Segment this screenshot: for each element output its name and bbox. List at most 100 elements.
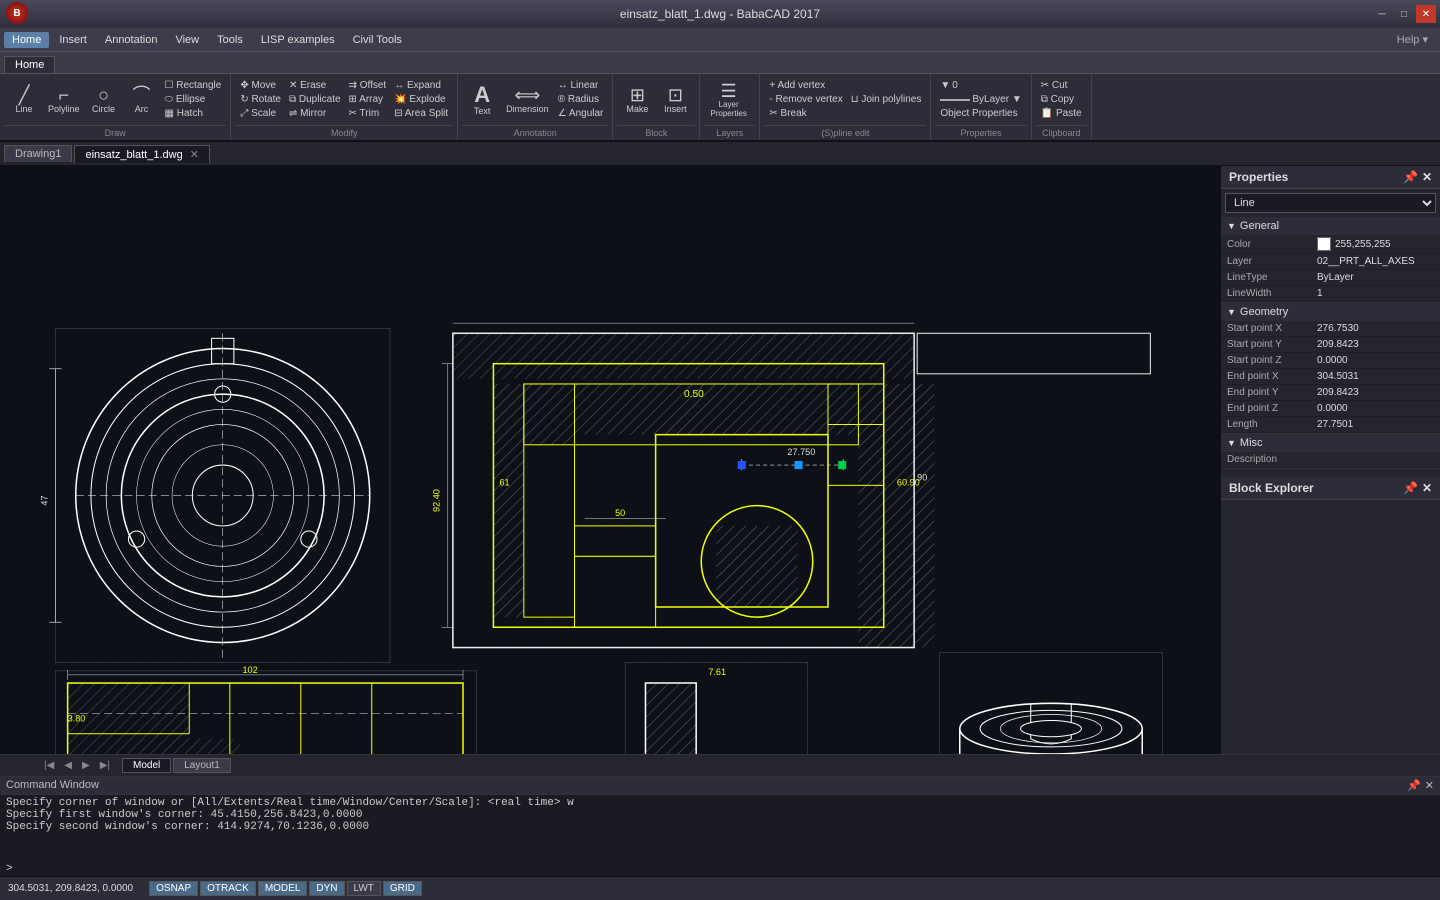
angular-button[interactable]: ∠ Angular xyxy=(555,107,607,120)
layout-nav-arrows: |◀ ◀ ▶ ▶| xyxy=(40,759,114,772)
menu-bar: Home Insert Annotation View Tools LISP e… xyxy=(0,28,1440,52)
properties-close-icon[interactable]: ✕ xyxy=(1422,170,1432,184)
doc-tab-drawing1[interactable]: Drawing1 xyxy=(4,145,72,162)
menu-annotation[interactable]: Annotation xyxy=(97,32,166,48)
hatch-button[interactable]: ▦ Hatch xyxy=(162,107,225,120)
rectangle-button[interactable]: ☐ Rectangle xyxy=(162,79,225,92)
insert-button[interactable]: ⊡ Insert xyxy=(657,84,693,116)
duplicate-button[interactable]: ⧉ Duplicate xyxy=(286,93,344,106)
remove-vertex-button[interactable]: - Remove vertex xyxy=(766,93,845,106)
polyline-button[interactable]: ⌐ Polyline xyxy=(44,84,84,116)
layers-label: Layers xyxy=(704,125,755,138)
command-input-line: > xyxy=(0,862,1440,876)
cad-canvas-area[interactable]: 47 xyxy=(0,166,1220,754)
minimize-button[interactable]: ─ xyxy=(1372,5,1392,23)
general-section: ▼ General Color 255,255,255 Layer 02__PR… xyxy=(1221,217,1440,303)
properties-ribbon-label: Properties xyxy=(935,125,1026,138)
model-button[interactable]: MODEL xyxy=(258,881,308,896)
layout1-tab[interactable]: Layout1 xyxy=(173,758,231,773)
dyn-button[interactable]: DYN xyxy=(309,881,344,896)
text-button[interactable]: A Text xyxy=(464,82,500,118)
coordinates-display: 304.5031, 209.8423, 0.0000 xyxy=(8,883,133,894)
start-z-value: 0.0000 xyxy=(1317,355,1434,366)
menu-home[interactable]: Home xyxy=(4,32,49,48)
menu-insert[interactable]: Insert xyxy=(51,32,95,48)
cut-button[interactable]: ✂ Cut xyxy=(1038,79,1085,92)
otrack-button[interactable]: OTRACK xyxy=(200,881,256,896)
line-button[interactable]: ╱ Line xyxy=(6,84,42,116)
arc-button[interactable]: ⌒ Arc xyxy=(124,84,160,116)
dimension-button[interactable]: ⟺ Dimension xyxy=(502,84,553,116)
nav-next[interactable]: ▶ xyxy=(78,759,94,772)
block-explorer-close-icon[interactable]: ✕ xyxy=(1422,481,1432,495)
close-button[interactable]: ✕ xyxy=(1416,5,1436,23)
trim-button[interactable]: ✂ Trim xyxy=(346,107,390,120)
radius-button[interactable]: ® Radius xyxy=(555,93,607,106)
circle-button[interactable]: ○ Circle xyxy=(86,84,122,116)
block-explorer-pin-icon[interactable]: 📌 xyxy=(1403,481,1418,495)
explode-button[interactable]: 💥 Explode xyxy=(391,93,451,106)
window-title: einsatz_blatt_1.dwg - BabaCAD 2017 xyxy=(620,7,820,21)
linear-button[interactable]: ↔ Linear xyxy=(555,79,607,92)
layer-properties-button[interactable]: ☰ LayerProperties xyxy=(706,80,750,120)
mirror-button[interactable]: ⇌ Mirror xyxy=(286,107,344,120)
ribbon-group-properties: ▼ 0 ByLayer ▼ Object Properties Properti… xyxy=(931,74,1031,140)
end-y-row: End point Y 209.8423 xyxy=(1221,385,1440,401)
rotate-button[interactable]: ↻ Rotate xyxy=(237,93,284,106)
svg-text:3.80: 3.80 xyxy=(68,714,86,724)
object-properties-button[interactable]: Object Properties xyxy=(937,107,1024,120)
add-vertex-button[interactable]: + Add vertex xyxy=(766,79,845,92)
nav-last[interactable]: ▶| xyxy=(96,759,114,772)
command-pin-icon[interactable]: 📌 xyxy=(1407,779,1421,792)
paste-button[interactable]: 📋 Paste xyxy=(1038,107,1085,120)
pin-icon[interactable]: 📌 xyxy=(1403,170,1418,184)
make-button[interactable]: ⊞ Make xyxy=(619,84,655,116)
layer-dropdown[interactable]: ▼ 0 xyxy=(937,79,1024,92)
doc-tab-einsatz[interactable]: einsatz_blatt_1.dwg ✕ xyxy=(74,145,210,163)
line-icon: ╱ xyxy=(19,86,30,104)
ribbon-group-clipboard: ✂ Cut ⧉ Copy 📋 Paste Clipboard xyxy=(1032,74,1092,140)
grid-button[interactable]: GRID xyxy=(383,881,422,896)
menu-tools[interactable]: Tools xyxy=(209,32,251,48)
modify-items: ✥ Move ↻ Rotate ⤢ Scale ✕ Erase ⧉ Duplic… xyxy=(235,76,453,123)
move-button[interactable]: ✥ Move xyxy=(237,79,284,92)
linewidth-row: LineWidth 1 xyxy=(1221,286,1440,302)
offset-button[interactable]: ⇉ Offset xyxy=(346,79,390,92)
entity-type-selector[interactable]: Line xyxy=(1225,193,1436,213)
osnap-button[interactable]: OSNAP xyxy=(149,881,198,896)
menu-civil[interactable]: Civil Tools xyxy=(345,32,410,48)
linetype-value: ByLayer xyxy=(1317,272,1434,283)
menu-lisp[interactable]: LISP examples xyxy=(253,32,343,48)
ribbon: Home ╱ Line ⌐ Polyline ○ Circle ⌒ xyxy=(0,52,1440,142)
menu-view[interactable]: View xyxy=(167,32,207,48)
nav-first[interactable]: |◀ xyxy=(40,759,58,772)
areasplit-button[interactable]: ⊟ Area Split xyxy=(391,107,451,120)
model-tab[interactable]: Model xyxy=(122,758,171,773)
misc-section-header[interactable]: ▼ Misc xyxy=(1221,434,1440,452)
scale-button[interactable]: ⤢ Scale xyxy=(237,107,284,120)
doc-tab-close[interactable]: ✕ xyxy=(190,149,199,161)
geometry-section-header[interactable]: ▼ Geometry xyxy=(1221,303,1440,321)
join-polylines-button[interactable]: ⊔ Join polylines xyxy=(848,93,925,106)
general-section-header[interactable]: ▼ General xyxy=(1221,217,1440,235)
expand-button[interactable]: ↔ Expand xyxy=(391,79,451,92)
maximize-button[interactable]: □ xyxy=(1394,5,1414,23)
ann-col: ↔ Linear ® Radius ∠ Angular xyxy=(555,79,607,120)
lwt-button[interactable]: LWT xyxy=(347,881,381,896)
command-close-icon[interactable]: ✕ xyxy=(1425,779,1434,792)
command-window-header: Command Window 📌 ✕ xyxy=(0,777,1440,795)
command-window: Command Window 📌 ✕ Specify corner of win… xyxy=(0,776,1440,876)
start-z-row: Start point Z 0.0000 xyxy=(1221,353,1440,369)
ellipse-button[interactable]: ⬭ Ellipse xyxy=(162,93,225,106)
array-button[interactable]: ⊞ Array xyxy=(346,93,390,106)
layer-value: 02__PRT_ALL_AXES xyxy=(1317,256,1434,267)
linetype-dropdown[interactable]: ByLayer ▼ xyxy=(937,93,1024,106)
break-button[interactable]: ✂ Break xyxy=(766,107,845,120)
ribbon-tab-home[interactable]: Home xyxy=(4,56,55,73)
cad-canvas[interactable]: 47 xyxy=(0,166,1220,754)
help-area[interactable]: Help ▾ xyxy=(1397,33,1436,46)
copy-button[interactable]: ⧉ Copy xyxy=(1038,93,1085,106)
erase-button[interactable]: ✕ Erase xyxy=(286,79,344,92)
nav-prev[interactable]: ◀ xyxy=(60,759,76,772)
app-logo[interactable]: B xyxy=(6,2,28,24)
